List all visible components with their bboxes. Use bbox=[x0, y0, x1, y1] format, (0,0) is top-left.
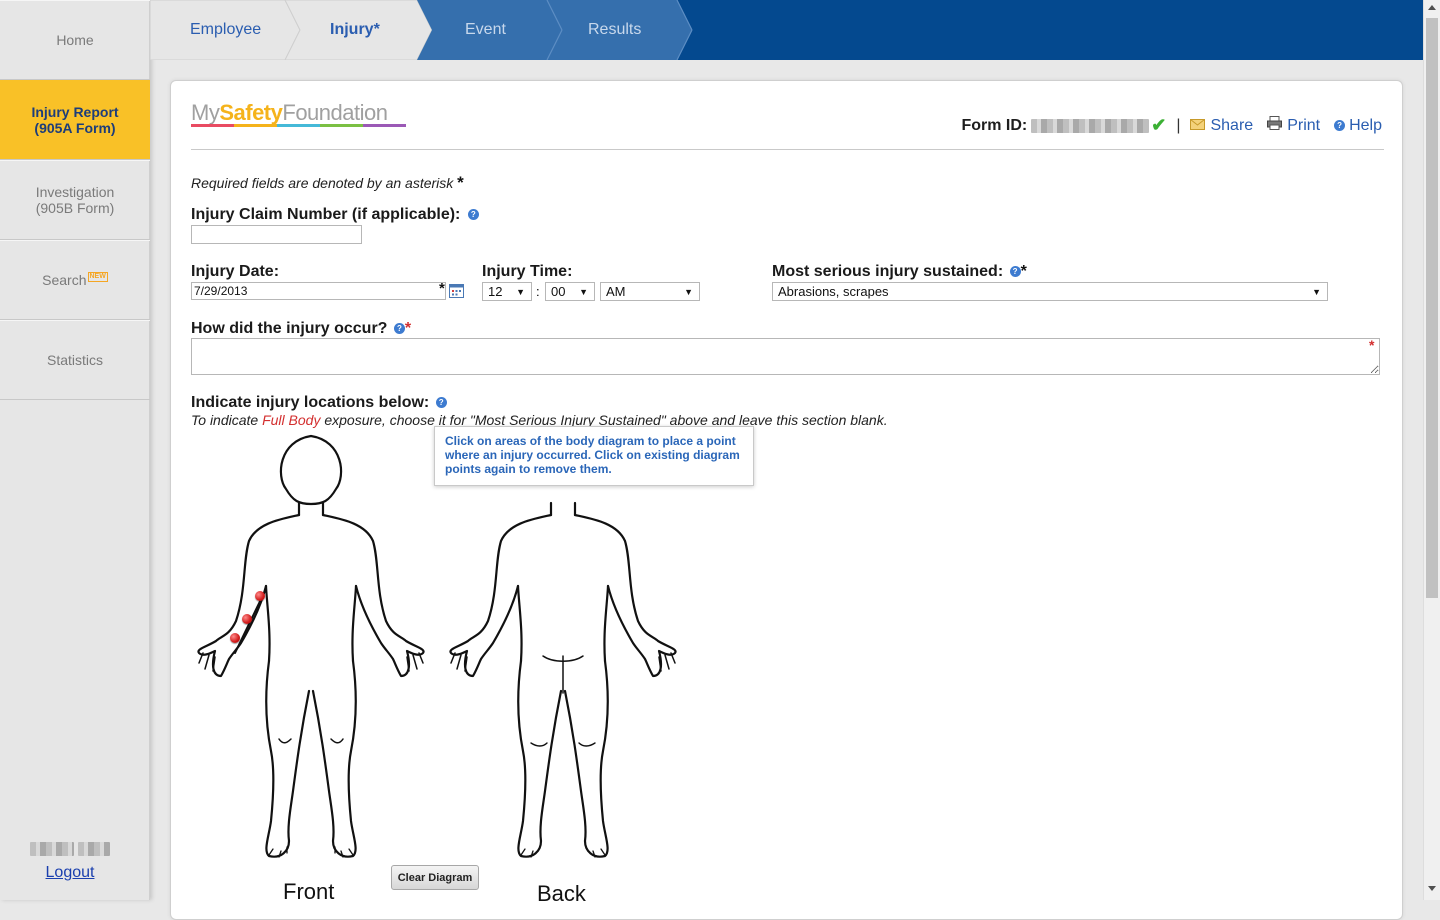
tab-injury[interactable]: Injury* bbox=[330, 0, 380, 60]
ampm-select[interactable]: AM ▼ bbox=[600, 282, 700, 301]
sidebar: Home Injury Report (905A Form) Investiga… bbox=[0, 0, 150, 900]
form-toolbar: Form ID: ✔ | Share Print ? Help bbox=[961, 115, 1382, 136]
logo-underline bbox=[191, 124, 406, 127]
sidebar-item-injury-report[interactable]: Injury Report (905A Form) bbox=[0, 80, 150, 160]
minute-select[interactable]: 00 ▼ bbox=[545, 282, 595, 301]
back-body-figure bbox=[449, 501, 677, 858]
hour-select[interactable]: 12 ▼ bbox=[482, 282, 532, 301]
scroll-thumb[interactable] bbox=[1426, 18, 1438, 598]
required-star: * bbox=[1369, 337, 1375, 353]
injury-point[interactable] bbox=[230, 633, 240, 643]
page-scrollbar[interactable] bbox=[1423, 0, 1440, 900]
clear-diagram-button[interactable]: Clear Diagram bbox=[391, 865, 479, 890]
sidebar-item-sublabel: (905B Form) bbox=[35, 200, 115, 216]
dropdown-arrow-icon: ▼ bbox=[516, 286, 525, 297]
how-occurred-textarea[interactable] bbox=[191, 338, 1380, 375]
dropdown-arrow-icon: ▼ bbox=[1312, 286, 1321, 297]
time-separator: : bbox=[536, 284, 540, 299]
body-diagram[interactable] bbox=[191, 431, 681, 871]
tab-results[interactable]: Results bbox=[588, 0, 641, 60]
form-id-label: Form ID: bbox=[961, 116, 1028, 134]
sidebar-item-investigation[interactable]: Investigation (905B Form) bbox=[0, 160, 150, 240]
step-navigation: Employee Injury* Event Results bbox=[150, 0, 1423, 60]
injury-locations-label: Indicate injury locations below: ? bbox=[191, 394, 447, 412]
injury-date-input[interactable] bbox=[191, 282, 446, 300]
tab-employee[interactable]: Employee bbox=[190, 0, 261, 60]
dropdown-arrow-icon: ▼ bbox=[579, 286, 588, 297]
how-occurred-label: How did the injury occur? ? * bbox=[191, 320, 412, 337]
calendar-icon[interactable] bbox=[449, 283, 464, 298]
injury-time-label: Injury Time: bbox=[482, 263, 573, 280]
sidebar-item-sublabel: (905A Form) bbox=[34, 120, 116, 136]
claim-number-label: Injury Claim Number (if applicable): ? bbox=[191, 206, 479, 224]
sidebar-item-label: Home bbox=[56, 32, 94, 48]
help-icon[interactable]: ? bbox=[393, 323, 405, 335]
scroll-up-icon[interactable] bbox=[1428, 5, 1436, 10]
sidebar-item-home[interactable]: Home bbox=[0, 0, 150, 80]
print-link[interactable]: Print bbox=[1267, 116, 1320, 135]
user-block: Logout bbox=[0, 842, 150, 882]
sidebar-item-label: Search bbox=[42, 272, 87, 288]
sidebar-item-label: Statistics bbox=[46, 352, 103, 368]
sidebar-item-label: Injury Report bbox=[31, 104, 119, 120]
required-star: * bbox=[439, 280, 445, 297]
new-badge: NEW bbox=[87, 272, 108, 282]
logo: MySafetyFoundation bbox=[191, 100, 388, 125]
redacted-username bbox=[29, 842, 74, 856]
front-body-figure bbox=[197, 434, 425, 858]
tab-event[interactable]: Event bbox=[465, 0, 506, 60]
printer-icon bbox=[1267, 116, 1283, 130]
front-label: Front bbox=[283, 879, 335, 904]
claim-number-input[interactable] bbox=[191, 225, 362, 244]
sidebar-item-label: Investigation bbox=[35, 184, 115, 200]
sidebar-item-search[interactable]: Search NEW bbox=[0, 240, 150, 320]
injury-date-label: Injury Date: bbox=[191, 263, 280, 280]
redacted-username bbox=[78, 842, 111, 856]
scroll-down-icon[interactable] bbox=[1428, 886, 1436, 891]
logout-link[interactable]: Logout bbox=[0, 864, 150, 882]
required-note: Required fields are denoted by an asteri… bbox=[191, 173, 464, 192]
share-link[interactable]: Share bbox=[1190, 117, 1253, 135]
help-link[interactable]: ? Help bbox=[1334, 117, 1382, 135]
envelope-icon bbox=[1190, 118, 1206, 130]
help-icon[interactable]: ? bbox=[1009, 266, 1021, 278]
checkmark-icon: ✔ bbox=[1151, 115, 1167, 135]
injury-point[interactable] bbox=[242, 614, 252, 624]
injury-point[interactable] bbox=[255, 591, 265, 601]
diagram-tooltip: Click on areas of the body diagram to pl… bbox=[434, 426, 754, 486]
sidebar-item-statistics[interactable]: Statistics bbox=[0, 320, 150, 400]
redacted-form-id bbox=[1031, 118, 1150, 133]
help-icon[interactable]: ? bbox=[435, 397, 447, 409]
most-serious-injury-label: Most serious injury sustained: ? * bbox=[772, 263, 1027, 280]
divider: | bbox=[1176, 116, 1181, 134]
help-icon: ? bbox=[1334, 119, 1346, 131]
most-serious-injury-select[interactable]: Abrasions, scrapes ▼ bbox=[772, 282, 1328, 301]
injury-form-card: MySafetyFoundation Form ID: ✔ | Share Pr… bbox=[170, 80, 1403, 920]
help-icon[interactable]: ? bbox=[467, 209, 479, 221]
back-label: Back bbox=[537, 881, 586, 906]
dropdown-arrow-icon: ▼ bbox=[684, 286, 693, 297]
header-divider bbox=[191, 149, 1384, 150]
